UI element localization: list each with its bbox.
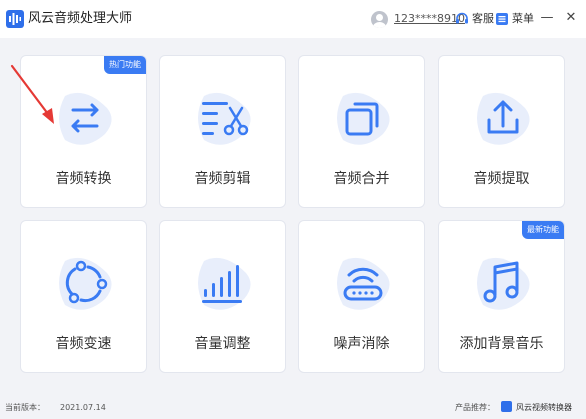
promo-link[interactable]: 风云视频转换器 [516,401,572,415]
avatar[interactable] [371,11,388,28]
card-audio-speed[interactable]: 音频变速 [20,220,147,373]
hot-badge: 热门功能 [104,56,146,74]
denoise-icon [337,257,390,310]
close-button[interactable]: ✕ [562,9,580,27]
merge-icon [337,92,390,145]
card-label: 音频剪辑 [194,171,251,187]
music-note-icon [477,257,530,310]
new-badge: 最新功能 [522,221,564,239]
card-volume-adjust[interactable]: 音量调整 [159,220,286,373]
title-bar: 风云音频处理大师 123****8910 客服 菜单 — ✕ [0,0,586,38]
card-label: 音频变速 [55,336,112,352]
headset-icon[interactable] [455,12,469,26]
card-label: 添加背景音乐 [459,336,544,352]
app-logo-icon [6,10,24,28]
promo-label: 产品推荐： [455,403,495,412]
card-audio-merge[interactable]: 音频合并 [298,55,425,208]
annotation-arrow-icon [10,64,54,124]
extract-icon [477,92,530,145]
customer-service-button[interactable]: 客服 [472,12,494,26]
video-converter-icon[interactable] [501,401,512,412]
card-noise-removal[interactable]: 噪声消除 [298,220,425,373]
version-value: 2021.07.14 [60,403,106,412]
card-audio-extract[interactable]: 音频提取 [438,55,565,208]
card-label: 音频合并 [333,171,390,187]
card-label: 音量调整 [194,336,251,352]
card-audio-cut[interactable]: 音频剪辑 [159,55,286,208]
card-label: 噪声消除 [333,336,390,352]
menu-button[interactable]: 菜单 [512,12,534,26]
card-label: 音频转换 [55,171,112,187]
app-title: 风云音频处理大师 [28,11,133,26]
menu-icon[interactable] [495,12,509,26]
card-label: 音频提取 [473,171,530,187]
version-label: 当前版本： [5,403,45,412]
status-bar: 当前版本： 2021.07.14 产品推荐： 风云视频转换器 [0,398,586,419]
convert-icon [59,92,112,145]
speed-icon [59,257,112,310]
scissors-icon [198,92,251,145]
minimize-button[interactable]: — [538,9,556,27]
card-add-bgm[interactable]: 最新功能 添加背景音乐 [438,220,565,373]
volume-bars-icon [198,257,251,310]
